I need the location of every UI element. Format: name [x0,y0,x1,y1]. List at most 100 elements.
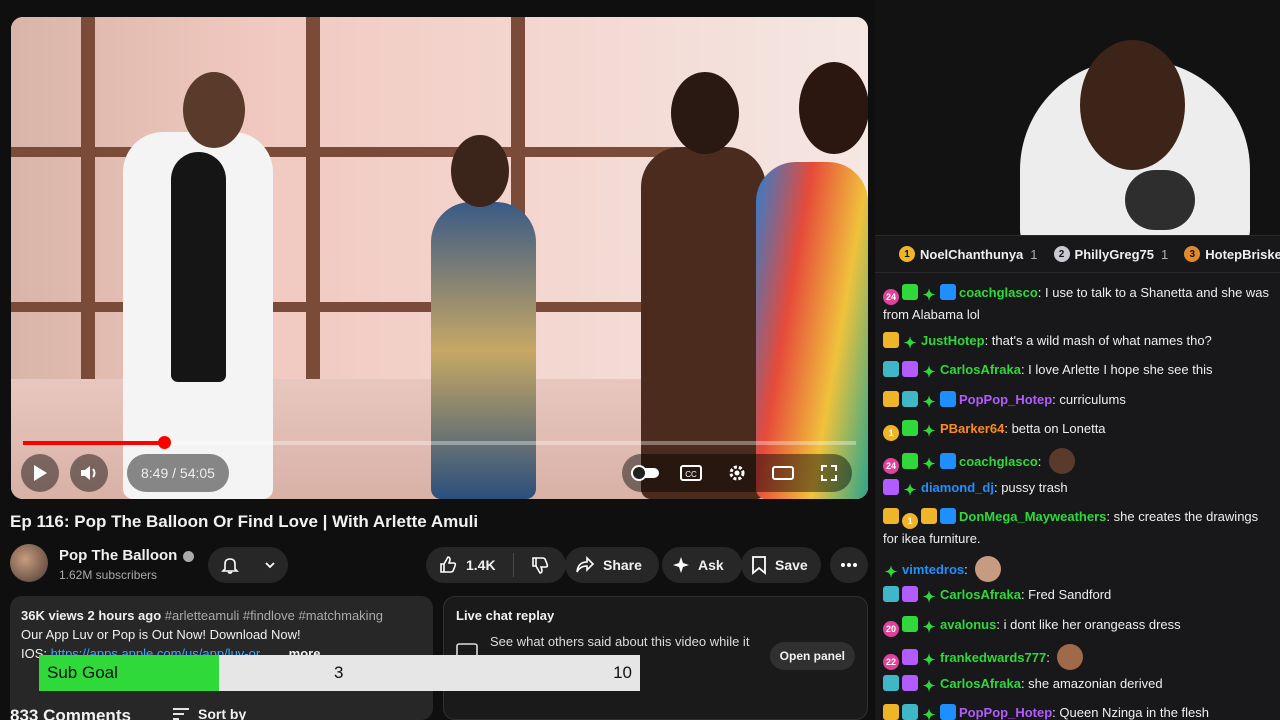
streamer-head [1080,40,1185,170]
leaderboard-entry[interactable]: 3HotepBrisketA [1184,246,1280,262]
chat-username[interactable]: JustHotep [921,333,985,348]
chat-username[interactable]: coachglasco [959,285,1038,300]
chat-badge-icon [883,586,899,602]
leaderboard-entry[interactable]: 1 NoelChanthunya 1 [899,246,1038,262]
chat-username[interactable]: avalonus [940,617,996,632]
chat-message: ✦ JustHotep: that's a wild mash of what n… [883,331,1275,352]
chat-username[interactable]: PopPop_Hotep [959,705,1052,720]
play-button[interactable] [21,454,59,492]
volume-button[interactable] [70,454,108,492]
share-button[interactable]: Share [565,547,659,583]
interviewer-figure [431,202,536,499]
chat-message: ✦ CarlosAfraka: Fred Sandford [883,585,1275,606]
chat-badge-icon: ✦ [922,364,936,381]
chat-username[interactable]: diamond_dj [921,480,994,495]
comments-count: 833 Comments [10,706,131,720]
chat-username[interactable]: CarlosAfraka [940,676,1021,691]
chat-badge-icon: 22 [883,654,899,670]
chat-username[interactable]: coachglasco [959,454,1038,469]
chat-badge-icon [940,508,956,524]
chat-badge-icon: 1 [883,425,899,441]
chat-username[interactable]: PBarker64 [940,421,1004,436]
chat-message: 1 DonMega_Mayweathers: she creates the dr… [883,507,1275,549]
chat-text: that's a wild mash of what names tho? [991,333,1212,348]
chat-badge-icon [940,284,956,300]
ask-label: Ask [698,557,724,573]
chat-message: ✦ CarlosAfraka: I love Arlette I hope she… [883,360,1275,381]
fullscreen-button[interactable] [814,458,844,488]
chat-text: pussy trash [1001,480,1068,495]
channel-avatar[interactable] [10,544,48,582]
chevron-down-icon [264,562,275,569]
chat-badge-icon: ✦ [922,456,936,473]
play-icon [34,465,47,481]
chat-username[interactable]: PopPop_Hotep [959,392,1052,407]
rank-badge-icon: 2 [1053,246,1070,262]
open-panel-button[interactable]: Open panel [769,642,855,670]
chat-username[interactable]: DonMega_Mayweathers [959,509,1106,524]
chat-username[interactable]: CarlosAfraka [940,362,1021,377]
dislike-button[interactable] [514,555,566,575]
hashtags[interactable]: #arletteamuli #findlove #matchmaking [165,608,383,623]
chat-emote-icon [1057,644,1084,670]
svg-text:CC: CC [685,470,697,479]
ask-button[interactable]: Ask [662,547,742,583]
progress-scrubber[interactable] [157,436,171,449]
chat-badge-icon: 24 [883,289,899,305]
wall-frame [11,147,678,157]
leaderboard-entry[interactable]: 2 PhillyGreg75 1 [1053,246,1168,262]
more-actions-button[interactable] [830,547,868,583]
chat-message: 22 ✦ frankedwards777: [883,644,1275,670]
video-player[interactable]: 8:49 / 54:05 CC [11,17,868,499]
save-button[interactable]: Save [741,547,821,583]
progress-bar[interactable] [23,436,856,449]
chat-username[interactable]: frankedwards777 [940,650,1046,665]
chat-badge-icon [883,479,899,495]
chat-badge-icon [902,420,918,436]
chat-badge-icon: ✦ [922,287,936,304]
sort-by-button[interactable]: Sort by [172,706,246,720]
chat-badge-icon [940,391,956,407]
chat-badge-icon: ✦ [922,423,936,440]
chat-separator: : [1037,454,1045,469]
rank-badge-icon: 3 [1184,246,1201,262]
chat-username[interactable]: CarlosAfraka [940,587,1021,602]
chat-username[interactable]: vimtedros [902,562,964,577]
thumbs-down-icon [532,557,549,574]
description-line: Our App Luv or Pop is Out Now! Download … [21,627,301,642]
fullscreen-icon [821,465,837,481]
settings-button[interactable] [722,458,752,488]
chat-badge-icon [940,453,956,469]
chat-badge-icon [902,453,918,469]
bookmark-icon [752,556,766,575]
chat-text: betta on Lonetta [1011,421,1106,436]
sort-by-label: Sort by [198,706,247,720]
chat-text: Fred Sandford [1028,587,1112,602]
chat-message: 24 ✦ coachglasco: [883,448,1275,474]
host-shirt [171,152,226,382]
chat-separator: : [964,562,972,577]
guest-figure-2 [756,162,868,499]
autoplay-toggle[interactable] [630,458,660,488]
chat-badge-icon: ✦ [903,335,917,352]
captions-button[interactable]: CC [676,458,706,488]
notifications-button[interactable] [208,547,288,583]
chat-separator: : [1037,285,1045,300]
chat-badge-icon: 20 [883,621,899,637]
share-label: Share [603,557,642,573]
microphone [1125,170,1195,230]
chat-badge-icon: ✦ [922,589,936,606]
channel-name[interactable]: Pop The Balloon [59,547,177,564]
subscriber-count: 1.62M subscribers [59,568,158,582]
chat-badge-icon [902,704,918,720]
webcam-overlay [875,0,1280,235]
like-button[interactable]: 1.4K [426,553,514,577]
leaderboard-score: 1 [1030,246,1038,262]
leaderboard-name: HotepBrisketA [1205,246,1280,262]
interviewer-head [451,135,509,207]
chat-badge-icon [883,332,899,348]
host-head [183,72,245,148]
channel-name-wrap[interactable]: Pop The Balloon [59,547,195,564]
chat-separator: : [1106,509,1114,524]
theater-button[interactable] [768,458,798,488]
